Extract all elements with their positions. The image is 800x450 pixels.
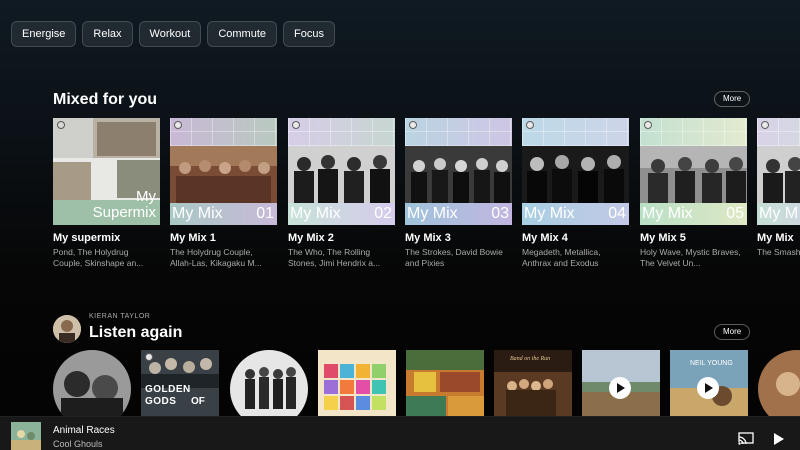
listen-item-band-on-the-run[interactable]: Band on the Run xyxy=(494,350,572,416)
mood-chip-workout[interactable]: Workout xyxy=(138,21,202,47)
album-text: GOLDEN xyxy=(145,384,191,395)
badge-icon xyxy=(292,121,300,129)
mix-card-title: My Mix xyxy=(757,232,794,244)
now-playing-artist[interactable]: Cool Ghouls xyxy=(53,439,103,449)
play-icon[interactable] xyxy=(697,377,719,399)
mix-art: My Mix 02 xyxy=(288,118,395,225)
listen-more-button[interactable]: More xyxy=(714,324,751,340)
mix-photo xyxy=(405,146,512,204)
badge-icon xyxy=(409,121,417,129)
mixed-carousel: My Supermix My supermix Pond, The Holydr… xyxy=(53,118,800,273)
badge-icon xyxy=(526,121,534,129)
listen-again-carousel: GOLDEN GODS OF Band on the Run NEIL YOUN… xyxy=(53,350,800,416)
mixed-more-button[interactable]: More xyxy=(714,91,751,107)
mix-card-title: My Mix 5 xyxy=(640,232,686,244)
mix-art-number: 02 xyxy=(374,205,392,222)
mix-art-number: 01 xyxy=(256,205,274,222)
mood-chips: Energise Relax Workout Commute Focus xyxy=(11,21,335,47)
album-text: GODS xyxy=(145,396,177,407)
mix-art: My Mix 01 xyxy=(170,118,277,225)
badge-icon xyxy=(57,121,65,129)
play-icon[interactable] xyxy=(609,377,631,399)
mood-chip-relax[interactable]: Relax xyxy=(82,21,133,47)
mix-card-supermix[interactable]: My Supermix My supermix Pond, The Holydr… xyxy=(53,118,160,269)
mix-card-5[interactable]: My Mix 05 My Mix 5 Holy Wave, Mystic Bra… xyxy=(640,118,747,269)
now-playing-title[interactable]: Animal Races xyxy=(53,425,115,436)
mix-art-number: 03 xyxy=(491,205,509,222)
listener-name: KIERAN TAYLOR xyxy=(89,313,151,320)
play-icon[interactable] xyxy=(773,432,785,446)
listen-item-golden-gods[interactable]: GOLDEN GODS OF xyxy=(141,350,219,416)
mood-chip-focus[interactable]: Focus xyxy=(283,21,335,47)
listen-item-album-psychedelic[interactable] xyxy=(406,350,484,416)
mix-card-subtitle: The Who, The Rolling Stones, Jimi Hendri… xyxy=(288,247,381,268)
mix-art-number: 04 xyxy=(608,205,626,222)
mix-art: My Mix 04 xyxy=(522,118,629,225)
badge-icon xyxy=(644,121,652,129)
listen-again-title: Listen again xyxy=(89,324,183,341)
listen-item-neil-young[interactable]: NEIL YOUNG xyxy=(670,350,748,416)
listen-item-artist-2[interactable] xyxy=(230,350,308,416)
mix-card-title: My Mix 2 xyxy=(288,232,334,244)
mix-art-number: 05 xyxy=(726,205,744,222)
mix-photo xyxy=(170,146,277,204)
listen-item-artist-3[interactable] xyxy=(758,350,800,416)
mix-art-word: My Supermix xyxy=(92,188,156,221)
album-text: Band on the Run xyxy=(510,356,551,362)
mix-card-subtitle: Holy Wave, Mystic Braves, The Velvet Un.… xyxy=(640,247,741,268)
mix-card-subtitle: The Holydrug Couple, Allah-Las, Kikagaku… xyxy=(170,247,262,268)
mix-card-4[interactable]: My Mix 04 My Mix 4 Megadeth, Metallica, … xyxy=(522,118,629,269)
mix-card-subtitle: Pond, The Holydrug Couple, Skinshape an.… xyxy=(53,247,144,268)
mix-art: My Mix 03 xyxy=(405,118,512,225)
mix-card-1[interactable]: My Mix 01 My Mix 1 The Holydrug Couple, … xyxy=(170,118,277,269)
mix-art: My Mix 05 xyxy=(640,118,747,225)
badge-icon xyxy=(761,121,769,129)
mix-photo xyxy=(522,146,629,204)
mix-photo xyxy=(288,146,395,204)
badge-icon xyxy=(174,121,182,129)
now-playing-bar[interactable]: Animal Races Cool Ghouls xyxy=(0,416,800,450)
listen-item-landscape[interactable] xyxy=(582,350,660,416)
mix-art-word: My M xyxy=(757,203,800,225)
user-avatar-image xyxy=(53,315,81,343)
listen-item-artist-1[interactable] xyxy=(53,350,131,416)
album-text: OF xyxy=(191,396,205,407)
album-text: NEIL YOUNG xyxy=(690,360,733,367)
mix-photo xyxy=(640,146,747,204)
mix-card-title: My Mix 3 xyxy=(405,232,451,244)
mixed-for-you-title: Mixed for you xyxy=(53,91,158,108)
now-playing-artwork[interactable] xyxy=(11,422,41,450)
listen-item-album-colorful[interactable] xyxy=(318,350,396,416)
mix-art: My Supermix xyxy=(53,118,160,225)
mix-card-subtitle: The Strokes, David Bowie and Pixies xyxy=(405,247,503,268)
mix-card-title: My supermix xyxy=(53,232,121,244)
mix-card-2[interactable]: My Mix 02 My Mix 2 The Who, The Rolling … xyxy=(288,118,395,269)
mix-card-subtitle: The Smash The Pumpk xyxy=(757,247,800,257)
mix-card-subtitle: Megadeth, Metallica, Anthrax and Exodus xyxy=(522,247,601,268)
mix-card-title: My Mix 4 xyxy=(522,232,568,244)
mix-card-6[interactable]: My M My Mix The Smash The Pumpk xyxy=(757,118,800,269)
mood-chip-commute[interactable]: Commute xyxy=(207,21,277,47)
mix-photo xyxy=(757,146,800,204)
user-avatar[interactable] xyxy=(53,315,81,343)
badge-icon xyxy=(145,353,153,361)
mix-card-3[interactable]: My Mix 03 My Mix 3 The Strokes, David Bo… xyxy=(405,118,512,269)
cast-icon[interactable] xyxy=(738,432,754,445)
mix-card-title: My Mix 1 xyxy=(170,232,216,244)
mood-chip-energise[interactable]: Energise xyxy=(11,21,77,47)
mix-art: My M xyxy=(757,118,800,225)
